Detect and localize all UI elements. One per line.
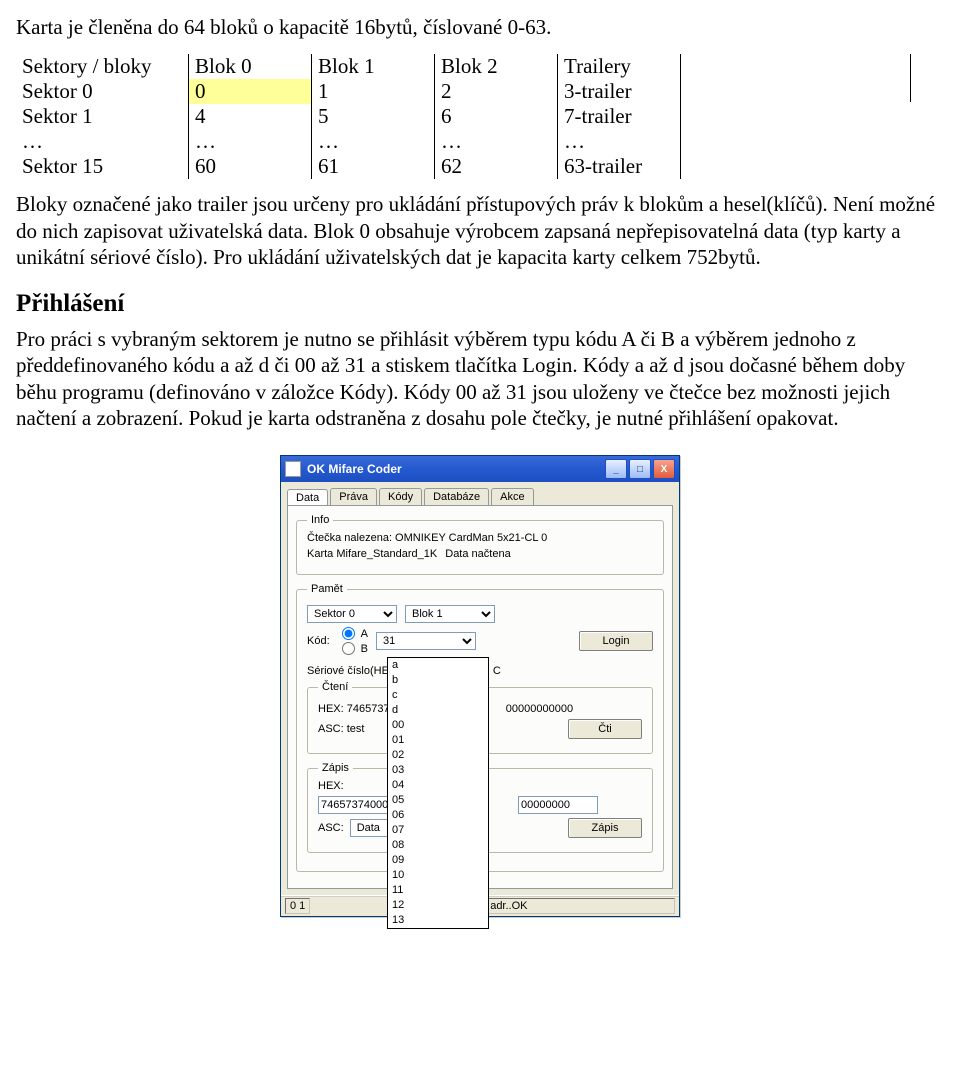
serial-tail: C [493, 665, 501, 677]
th: Blok 0 [189, 54, 312, 79]
radio-b-label: B [361, 643, 368, 655]
code-option[interactable]: 13 [388, 913, 488, 928]
window-title: OK Mifare Coder [307, 462, 402, 476]
maximize-button[interactable]: □ [629, 459, 651, 479]
radio-a-label: A [361, 628, 368, 640]
code-option[interactable]: 04 [388, 778, 488, 793]
cteni-hex-tail: 00000000000 [506, 703, 573, 715]
status-left: 0 1 [285, 898, 310, 914]
code-option[interactable]: 05 [388, 793, 488, 808]
cteni-asc: ASC: test [318, 723, 364, 735]
cell: … [312, 129, 435, 154]
close-button[interactable]: X [653, 459, 675, 479]
radio-a-input[interactable] [342, 627, 355, 640]
paragraph: Bloky označené jako trailer jsou určeny … [16, 191, 944, 270]
cell: 0 [189, 79, 312, 104]
cell: 60 [189, 154, 312, 179]
cell: Sektor 0 [16, 79, 189, 104]
cell: … [558, 129, 681, 154]
code-option[interactable]: 00 [388, 718, 488, 733]
code-option[interactable]: 10 [388, 868, 488, 883]
zapis-asc-label: ASC: [318, 822, 344, 834]
code-option[interactable]: a [388, 658, 488, 673]
radio-b-input[interactable] [342, 642, 355, 655]
code-option[interactable]: b [388, 673, 488, 688]
code-option[interactable]: 12 [388, 898, 488, 913]
tab-akce[interactable]: Akce [491, 488, 533, 505]
cell: 7-trailer [558, 104, 681, 129]
cti-button[interactable]: Čti [568, 719, 642, 739]
cell: 3-trailer [558, 79, 681, 104]
cell: 63-trailer [558, 154, 681, 179]
th: Blok 1 [312, 54, 435, 79]
info-card: Karta Mifare_Standard_1K [307, 548, 437, 560]
cell: 4 [189, 104, 312, 129]
cell: … [435, 129, 558, 154]
cell: 1 [312, 79, 435, 104]
zapis-button[interactable]: Zápis [568, 818, 642, 838]
cteni-legend: Čtení [318, 681, 352, 693]
text-cursor [910, 54, 911, 102]
cell: Sektor 15 [16, 154, 189, 179]
minimize-button[interactable]: _ [605, 459, 627, 479]
th: Sektory / bloky [16, 54, 189, 79]
paragraph: Pro práci s vybraným sektorem je nutno s… [16, 326, 944, 431]
zapis-legend: Zápis [318, 762, 353, 774]
code-option[interactable]: 02 [388, 748, 488, 763]
cell: Sektor 1 [16, 104, 189, 129]
sectors-table: Sektory / bloky Blok 0 Blok 1 Blok 2 Tra… [16, 54, 681, 179]
cell: 62 [435, 154, 558, 179]
app-icon [285, 461, 301, 477]
cell: 6 [435, 104, 558, 129]
serial-label: Sériové číslo(HE [307, 665, 389, 677]
info-legend: Info [307, 514, 333, 526]
cell: … [16, 129, 189, 154]
tab-kody[interactable]: Kódy [379, 488, 422, 505]
status-right: ení z adr..OK [458, 898, 675, 914]
pamet-legend: Pamět [307, 583, 347, 595]
app-window: OK Mifare Coder _ □ X Data Práva Kódy Da… [280, 455, 680, 917]
pamet-fieldset: Pamět Sektor 0 Blok 1 Kód: A B [296, 583, 664, 872]
tab-databaze[interactable]: Databáze [424, 488, 489, 505]
code-option[interactable]: 11 [388, 883, 488, 898]
cell: 61 [312, 154, 435, 179]
tab-data[interactable]: Data [287, 489, 328, 506]
th: Trailery [558, 54, 681, 79]
radio-b[interactable]: B [342, 642, 368, 655]
titlebar[interactable]: OK Mifare Coder _ □ X [281, 456, 679, 482]
code-option[interactable]: 03 [388, 763, 488, 778]
login-button[interactable]: Login [579, 631, 653, 651]
blok-select[interactable]: Blok 1 [405, 605, 495, 623]
cell: 2 [435, 79, 558, 104]
th: Blok 2 [435, 54, 558, 79]
code-option[interactable]: d [388, 703, 488, 718]
cell: … [189, 129, 312, 154]
tabs: Data Práva Kódy Databáze Akce [281, 482, 679, 505]
code-select[interactable]: 31 [376, 632, 476, 650]
code-dropdown-list[interactable]: a b c d 00 01 02 03 04 05 06 07 08 09 10… [387, 657, 489, 929]
tab-panel: Info Čtečka nalezena: OMNIKEY CardMan 5x… [287, 505, 673, 889]
cell: 5 [312, 104, 435, 129]
heading-login: Přihlášení [16, 290, 944, 318]
info-data-loaded: Data načtena [445, 548, 510, 560]
code-option[interactable]: c [388, 688, 488, 703]
sektor-select[interactable]: Sektor 0 [307, 605, 397, 623]
intro-line: Karta je členěna do 64 bloků o kapacitě … [16, 14, 944, 40]
code-option[interactable]: 01 [388, 733, 488, 748]
info-line1: Čtečka nalezena: OMNIKEY CardMan 5x21-CL… [307, 532, 653, 544]
zapis-hex-right[interactable] [518, 796, 598, 814]
code-option[interactable]: 09 [388, 853, 488, 868]
code-option[interactable]: 06 [388, 808, 488, 823]
tab-prava[interactable]: Práva [330, 488, 377, 505]
code-option[interactable]: 07 [388, 823, 488, 838]
info-fieldset: Info Čtečka nalezena: OMNIKEY CardMan 5x… [296, 514, 664, 575]
radio-a[interactable]: A [342, 627, 368, 640]
code-option[interactable]: 08 [388, 838, 488, 853]
kod-label: Kód: [307, 635, 330, 647]
